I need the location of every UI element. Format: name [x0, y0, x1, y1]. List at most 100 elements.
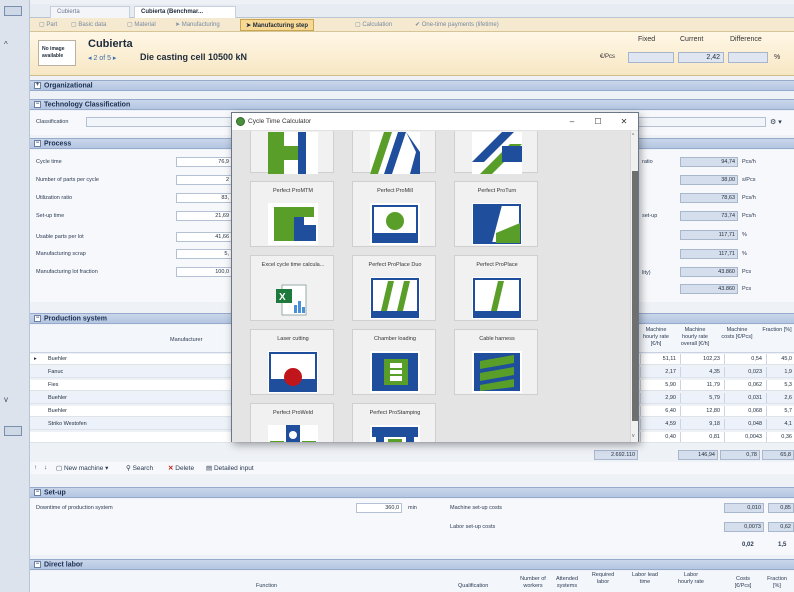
partial-top-1 — [268, 132, 318, 174]
tab-cubierta-benchmark[interactable]: Cubierta (Benchmar... — [134, 6, 236, 18]
machine-toolbar: ↑ ↓ ▢ New machine ▾ ⚲ Search ✕ Delete ▤ … — [30, 462, 794, 474]
machine-value-cell: 0,81 — [680, 432, 722, 442]
tab-calculation[interactable]: ▢ Calculation — [350, 19, 397, 31]
unit-label: Pcs — [742, 286, 752, 292]
move-up-icon[interactable]: ↑ — [34, 464, 37, 471]
delete-button[interactable]: ✕ Delete — [168, 464, 194, 472]
calculator-tile-proturn[interactable]: Perfect ProTurn — [454, 181, 538, 247]
collapse-icon[interactable]: − — [34, 489, 41, 496]
manufacturer-cell: Fanuc — [48, 369, 64, 375]
percent-label: % — [774, 54, 781, 61]
scroll-up-icon[interactable]: ^ — [632, 133, 634, 139]
machine-value-cell: 2,6 — [766, 393, 794, 403]
machine-value-cell: 5,79 — [680, 393, 722, 403]
setup-time-field[interactable]: 21,69 — [176, 211, 232, 221]
dialog-titlebar[interactable]: Cycle Time Calculator – ☐ ✕ — [232, 113, 638, 131]
page-title: Cubierta — [88, 38, 133, 50]
fixed-value — [628, 52, 674, 63]
manufacturer-cell: Buehler — [48, 356, 67, 362]
proweld-icon — [268, 425, 318, 442]
machine-value-cell: 2,17 — [640, 367, 678, 377]
section-technology-classification[interactable]: − Technology Classification — [30, 99, 794, 110]
tab-part[interactable]: ▢ Part — [34, 19, 62, 31]
machine-value-cell: 0,068 — [724, 406, 764, 416]
promill-icon — [370, 203, 420, 245]
proplace-icon — [472, 277, 522, 319]
search-button[interactable]: ⚲ Search — [126, 464, 153, 472]
machine-value-cell: 0,023 — [724, 367, 764, 377]
chevron-up-icon[interactable]: ^ — [4, 40, 8, 49]
tab-manufacturing-step[interactable]: ➤ Manufacturing step — [240, 19, 315, 31]
right-label: set-up — [642, 213, 658, 219]
output-value: 43.860 — [680, 284, 738, 294]
calculator-tile-laser-cutting[interactable]: Laser cutting — [250, 329, 334, 395]
cycle-time-calculator-dialog: Cycle Time Calculator – ☐ ✕ Perfect ProM… — [231, 112, 639, 442]
calculator-tile-proplace[interactable]: Perfect ProPlace — [454, 255, 538, 321]
tab-material[interactable]: ▢ Material — [122, 19, 161, 31]
collapse-icon[interactable]: − — [34, 101, 41, 108]
labor-setup-costs-label: Labor set-up costs — [450, 524, 496, 530]
process-label: Number of parts per cycle — [36, 177, 99, 183]
section-organizational[interactable]: + Organizational — [30, 80, 794, 91]
downtime-field[interactable]: 360,0 — [356, 503, 402, 513]
tile-label: Excel cycle time calcula... — [261, 262, 325, 268]
calculator-tile-cable-harness[interactable]: Cable harness — [454, 329, 538, 395]
window-icon[interactable] — [4, 6, 22, 16]
tile-label: Perfect ProMill — [377, 188, 413, 194]
tab-one-time-payments[interactable]: ✔ One-time payments (lifetime) — [410, 19, 504, 31]
machine-value-cell: 0,40 — [640, 432, 678, 442]
right-label: ratio — [642, 159, 653, 165]
calculator-tile-promill[interactable]: Perfect ProMill — [352, 181, 436, 247]
cycle-time-field[interactable]: 76,9 — [176, 157, 232, 167]
detailed-input-button[interactable]: ▤ Detailed input — [206, 464, 254, 472]
dialog-scrollbar[interactable]: ^ v — [630, 131, 638, 442]
close-icon[interactable]: ✕ — [614, 116, 634, 128]
minimize-icon[interactable]: – — [562, 116, 582, 128]
record-navigator[interactable]: ◂ 2 of 5 ▸ — [88, 54, 116, 62]
move-down-icon[interactable]: ↓ — [44, 464, 47, 471]
calculator-tile[interactable] — [454, 131, 538, 174]
parts-per-cycle-field[interactable]: 2 — [176, 175, 232, 185]
process-label: Manufacturing lot fraction — [36, 269, 98, 275]
tab-cubierta[interactable]: Cubierta — [50, 6, 130, 18]
utilization-field[interactable]: 83, — [176, 193, 232, 203]
calculator-tile-prostamping[interactable]: Perfect ProStamping — [352, 403, 436, 442]
machine-value-cell: 0,0043 — [724, 432, 764, 442]
process-label: Cycle time — [36, 159, 62, 165]
tile-label: Chamber loading — [374, 336, 416, 342]
fixed-header: Fixed — [638, 36, 656, 43]
window-icon[interactable] — [4, 426, 22, 436]
calculator-tile-proplace-duo[interactable]: Perfect ProPlace Duo — [352, 255, 436, 321]
usable-parts-field[interactable]: 41,66 — [176, 232, 232, 242]
calculator-tile-proweld[interactable]: Perfect ProWeld — [250, 403, 334, 442]
collapse-icon[interactable]: − — [34, 315, 41, 322]
classification-dropdown-icon[interactable]: ⚙ ▾ — [770, 118, 782, 126]
machine-value-cell: 0,048 — [724, 419, 764, 429]
calculator-tile[interactable] — [250, 131, 334, 174]
new-machine-button[interactable]: ▢ New machine ▾ — [56, 464, 108, 472]
tab-basic-data[interactable]: ▢ Basic data — [66, 19, 111, 31]
tile-label: Perfect ProTurn — [477, 188, 517, 194]
proplace-duo-icon — [370, 277, 420, 319]
lot-fraction-field[interactable]: 100,0 — [176, 267, 232, 277]
svg-text:X: X — [279, 292, 286, 303]
maximize-icon[interactable]: ☐ — [588, 116, 608, 128]
tab-manufacturing[interactable]: ➤ Manufacturing — [170, 19, 225, 31]
calculator-tile-excel[interactable]: Excel cycle time calcula... X — [250, 255, 334, 321]
collapse-icon[interactable]: − — [34, 140, 41, 147]
column-header: Required labor — [591, 572, 615, 585]
scroll-down-icon[interactable]: v — [632, 433, 635, 439]
scrap-field[interactable]: 5, — [176, 249, 232, 259]
tile-label: Cable harness — [479, 336, 515, 342]
section-setup[interactable]: − Set-up — [30, 487, 794, 498]
unit-label: % — [742, 232, 747, 238]
scrollbar-thumb[interactable] — [632, 171, 638, 421]
calculator-tile-chamber-loading[interactable]: Chamber loading — [352, 329, 436, 395]
collapse-icon[interactable]: + — [34, 82, 41, 89]
section-direct-labor[interactable]: − Direct labor — [30, 559, 794, 570]
calculator-tile-promtm[interactable]: Perfect ProMTM — [250, 181, 334, 247]
tile-label: Perfect ProPlace Duo — [368, 262, 422, 268]
calculator-tile[interactable] — [352, 131, 436, 174]
collapse-icon[interactable]: − — [34, 561, 41, 568]
chevron-down-icon[interactable]: v — [4, 395, 8, 404]
